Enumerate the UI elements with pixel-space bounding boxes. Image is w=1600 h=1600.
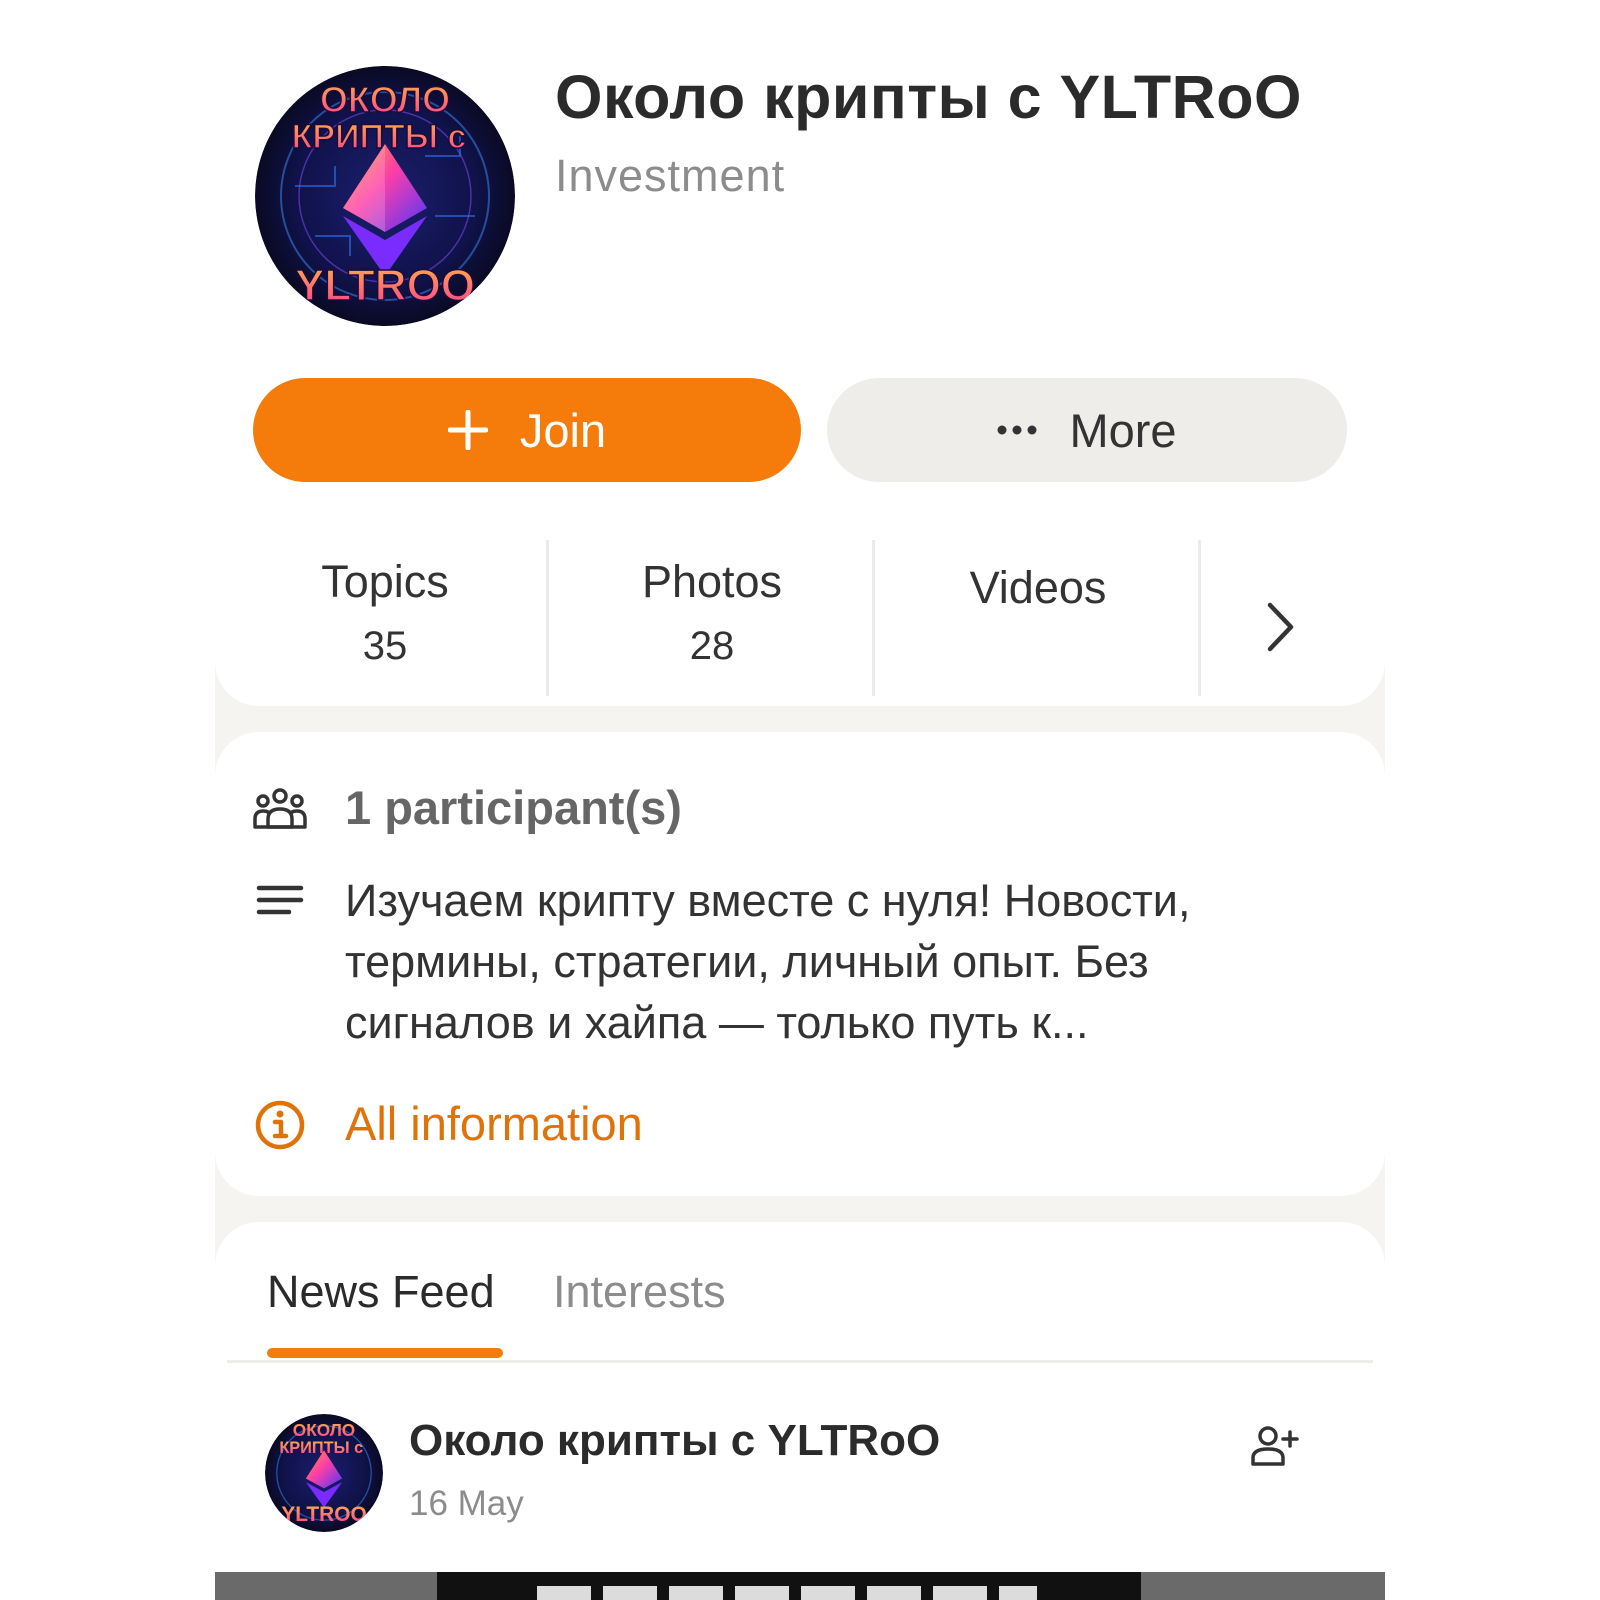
- post-author-avatar[interactable]: ОКОЛО КРИПТЫ с YLTROO: [265, 1414, 383, 1532]
- all-information-label: All information: [345, 1097, 643, 1150]
- svg-text:КРИПТЫ с: КРИПТЫ с: [279, 1439, 363, 1457]
- divider: [227, 1360, 1373, 1363]
- more-button[interactable]: More: [827, 378, 1347, 482]
- svg-text:YLTROO: YLTROO: [295, 261, 475, 310]
- post-media-image: [437, 1572, 1141, 1600]
- add-friend-icon[interactable]: [1245, 1418, 1305, 1474]
- svg-text:ОКОЛО: ОКОЛО: [293, 1420, 355, 1440]
- stat-label: Videos: [969, 562, 1107, 613]
- svg-text:YLTROO: YLTROO: [281, 1503, 366, 1526]
- post-date: 16 May: [409, 1484, 524, 1523]
- stat-videos[interactable]: Videos: [873, 532, 1203, 692]
- group-avatar[interactable]: ОКОЛО КРИПТЫ с YLTROO: [255, 66, 515, 326]
- svg-text:КРИПТЫ с: КРИПТЫ с: [292, 118, 467, 156]
- feed-card: News Feed Interests ОКОЛО КРИПТЫ с YLTRO…: [215, 1222, 1385, 1600]
- group-header-card: ОКОЛО КРИПТЫ с YLTROO Около крипты с YLT…: [215, 14, 1385, 706]
- tab-news-feed[interactable]: News Feed: [267, 1266, 495, 1318]
- crypto-logo-icon: ОКОЛО КРИПТЫ с YLTROO: [265, 1414, 383, 1532]
- stat-photos[interactable]: Photos 28: [547, 532, 877, 692]
- join-label: Join: [519, 403, 607, 457]
- info-icon: [251, 1096, 309, 1154]
- participants-icon: [251, 780, 309, 838]
- join-button[interactable]: Join: [253, 378, 801, 482]
- more-dots-icon: [997, 424, 1037, 436]
- tab-interests[interactable]: Interests: [553, 1266, 726, 1318]
- post-author-name[interactable]: Около крипты с YLTRoO: [409, 1416, 940, 1466]
- plus-icon: [447, 410, 488, 450]
- group-category[interactable]: Investment: [555, 150, 785, 202]
- description-lines-icon: [251, 874, 309, 932]
- group-stats: Topics 35 Photos 28 Videos: [215, 532, 1385, 702]
- more-label: More: [1069, 403, 1177, 457]
- stat-topics[interactable]: Topics 35: [220, 532, 550, 692]
- stat-value: 28: [689, 624, 735, 668]
- status-strip: [215, 0, 1385, 14]
- active-tab-indicator: [267, 1348, 503, 1358]
- stat-label: Photos: [641, 556, 783, 607]
- group-title: Около крипты с YLTRoO: [555, 63, 1302, 131]
- chevron-right-icon[interactable]: [1245, 592, 1315, 662]
- media-text-fragment: [537, 1586, 1037, 1600]
- participants-count: 1 participant(s): [345, 781, 682, 834]
- post-media-preview[interactable]: [215, 1572, 1385, 1600]
- group-page: ОКОЛО КРИПТЫ с YLTROO Около крипты с YLT…: [215, 0, 1385, 1600]
- svg-text:ОКОЛО: ОКОЛО: [320, 79, 450, 120]
- divider: [1198, 540, 1201, 696]
- crypto-logo-icon: ОКОЛО КРИПТЫ с YLTROO: [255, 66, 515, 326]
- group-description: Изучаем крипту вместе с нуля! Новости, т…: [345, 875, 1191, 1048]
- stat-label: Topics: [321, 556, 449, 607]
- group-info-card: 1 participant(s) Изучаем крипту вместе с…: [215, 732, 1385, 1196]
- stat-value: 35: [362, 624, 408, 668]
